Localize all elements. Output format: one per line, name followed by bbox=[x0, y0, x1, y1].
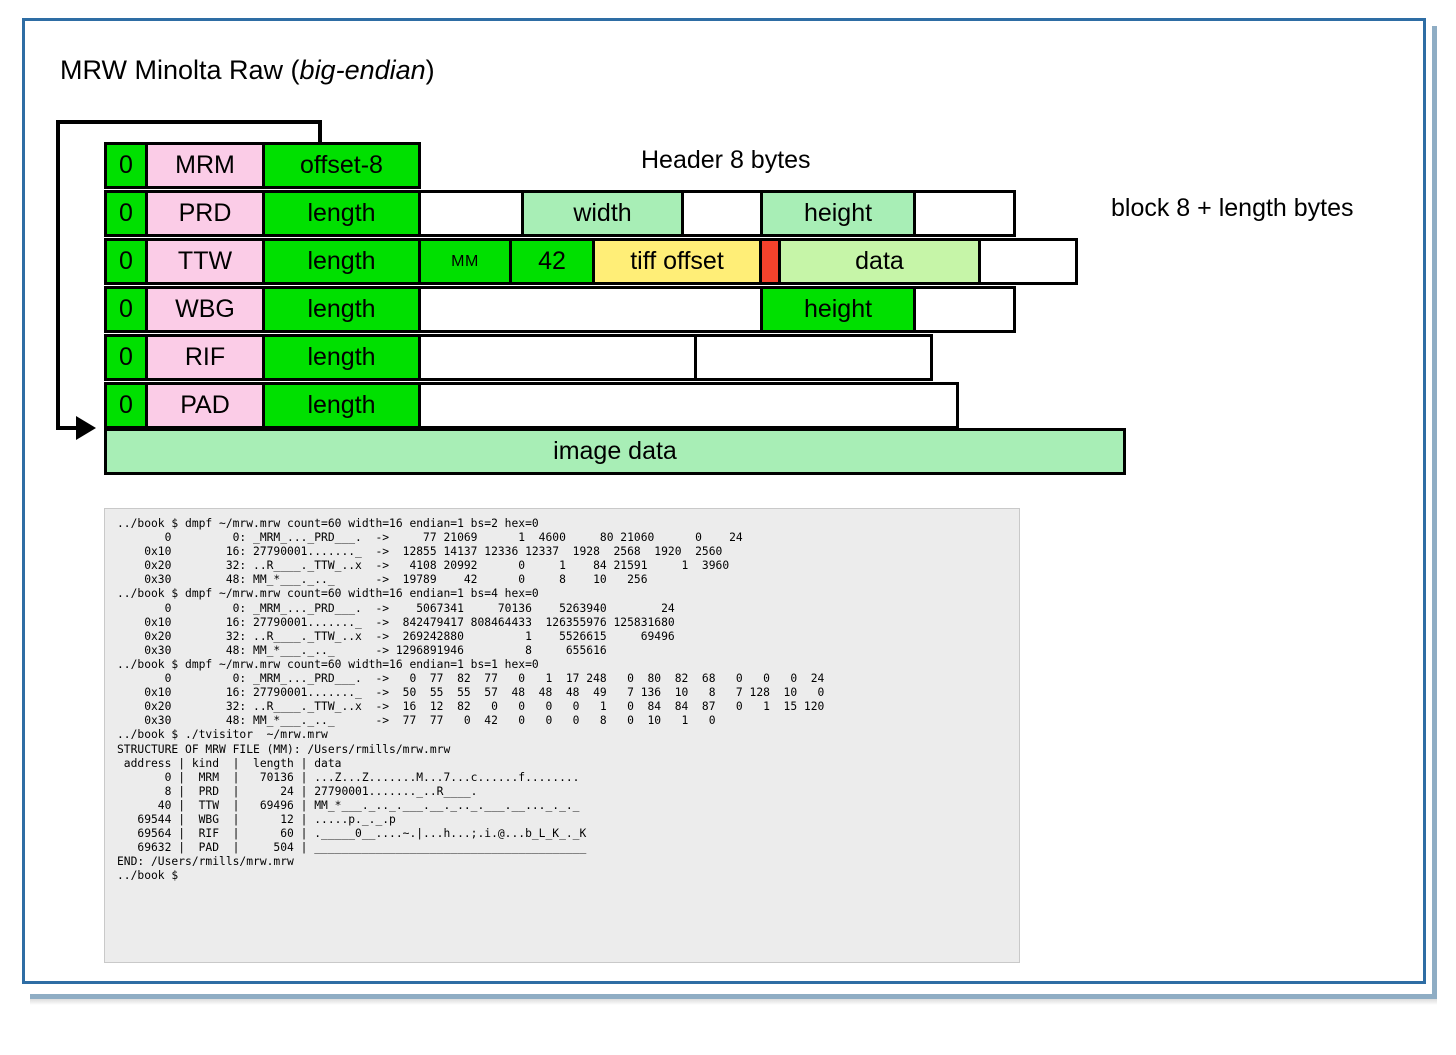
row-prd-field-height: height bbox=[760, 190, 916, 237]
row-rif-zero: 0 bbox=[104, 334, 148, 381]
arrow-left-line bbox=[56, 120, 60, 430]
row-prd-length: length bbox=[262, 190, 421, 237]
row-ttw-field-data: data bbox=[778, 238, 981, 285]
row-rif-field-0 bbox=[418, 334, 697, 381]
row-ttw-field-tiff-offset: tiff offset bbox=[592, 238, 762, 285]
row-pad-kind: PAD bbox=[145, 382, 265, 429]
row-ttw-kind: TTW bbox=[145, 238, 265, 285]
mrw-structure-diagram: 0 MRM offset-8 0 PRD length width height… bbox=[0, 0, 1456, 500]
row-wbg-length: length bbox=[262, 286, 421, 333]
arrow-bottom-line bbox=[56, 426, 78, 430]
row-prd-kind: PRD bbox=[145, 190, 265, 237]
row-mrm-length: offset-8 bbox=[262, 142, 421, 189]
row-ttw-field-mm: MM bbox=[418, 238, 512, 285]
row-ttw-length: length bbox=[262, 238, 421, 285]
row-pad-length: length bbox=[262, 382, 421, 429]
terminal-output-panel: ../book $ dmpf ~/mrw.mrw count=60 width=… bbox=[104, 508, 1020, 963]
row-wbg-field-height: height bbox=[760, 286, 916, 333]
row-ttw-field-42: 42 bbox=[509, 238, 595, 285]
row-wbg-field-0 bbox=[418, 286, 763, 333]
terminal-text: ../book $ dmpf ~/mrw.mrw count=60 width=… bbox=[117, 517, 1009, 883]
image-data-bar: image data bbox=[104, 428, 1126, 475]
row-rif-length: length bbox=[262, 334, 421, 381]
row-ttw-zero: 0 bbox=[104, 238, 148, 285]
row-prd-field-width: width bbox=[521, 190, 684, 237]
row-wbg-kind: WBG bbox=[145, 286, 265, 333]
row-rif-kind: RIF bbox=[145, 334, 265, 381]
row-mrm-kind: MRM bbox=[145, 142, 265, 189]
row-wbg-zero: 0 bbox=[104, 286, 148, 333]
frame-shadow-bottom-gradient bbox=[30, 999, 1437, 1005]
row-prd-field-0 bbox=[418, 190, 524, 237]
row-ttw-field-5 bbox=[978, 238, 1078, 285]
row-mrm-zero: 0 bbox=[104, 142, 148, 189]
arrow-top-line bbox=[56, 120, 322, 124]
row-pad-zero: 0 bbox=[104, 382, 148, 429]
arrow-head-icon bbox=[76, 416, 96, 440]
row-rif-field-1 bbox=[694, 334, 933, 381]
row-wbg-field-2 bbox=[913, 286, 1016, 333]
row-prd-zero: 0 bbox=[104, 190, 148, 237]
row-prd-field-4 bbox=[913, 190, 1016, 237]
row-pad-field-0 bbox=[418, 382, 959, 429]
row-prd-field-2 bbox=[681, 190, 763, 237]
